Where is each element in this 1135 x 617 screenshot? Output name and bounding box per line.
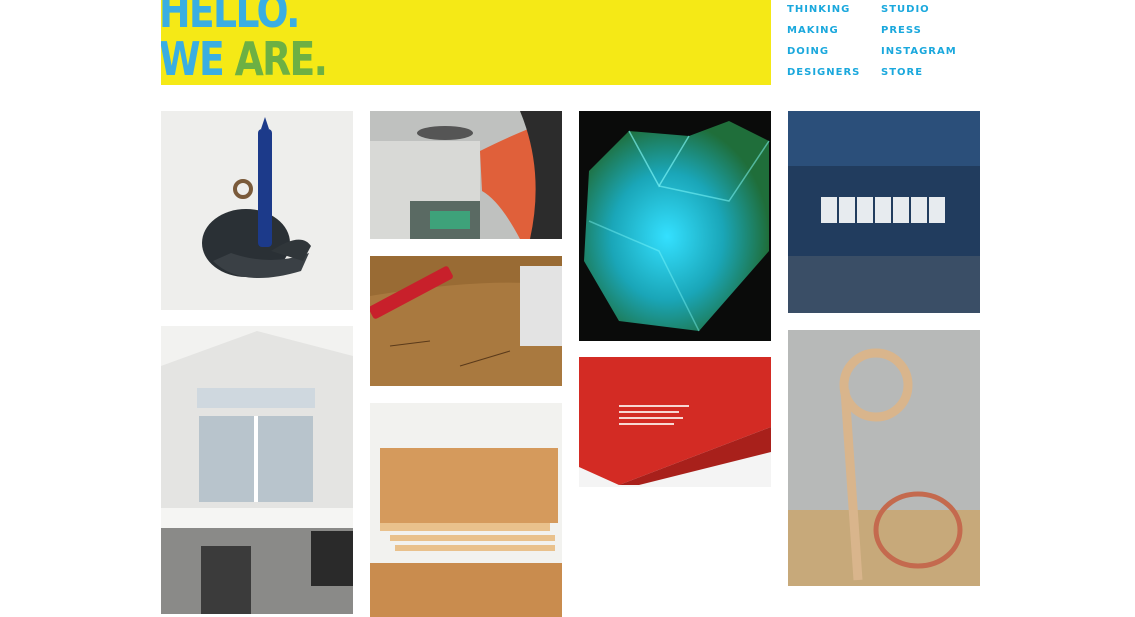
banner-we-text: WE	[161, 32, 225, 85]
nav-link-studio[interactable]: STUDIO	[881, 3, 957, 24]
nav-link-making[interactable]: MAKING	[787, 24, 860, 45]
workshop-hands-photo	[370, 111, 562, 239]
project-tile-wooden-bed[interactable]	[370, 403, 562, 617]
banner-line-1: HELLO.	[161, 0, 300, 34]
project-tile-workshop[interactable]	[370, 111, 562, 239]
project-tile-letter-blocks[interactable]	[788, 111, 980, 313]
letter-blocks-photo	[788, 111, 980, 313]
project-tile-cutting-board[interactable]	[370, 256, 562, 386]
nav-link-instagram[interactable]: INSTAGRAM	[881, 45, 957, 66]
nav-link-store[interactable]: STORE	[881, 66, 957, 87]
banner-line-2: WE ARE.	[161, 36, 328, 82]
banner-are-text: ARE.	[234, 32, 328, 85]
project-tile-interior-room[interactable]	[161, 326, 353, 614]
nav-link-press[interactable]: PRESS	[881, 24, 957, 45]
nav-link-designers[interactable]: DESIGNERS	[787, 66, 860, 87]
cutting-board-photo	[370, 256, 562, 386]
project-tile-red-box[interactable]	[579, 357, 771, 487]
nav-link-doing[interactable]: DOING	[787, 45, 860, 66]
red-box-photo	[579, 357, 771, 487]
interior-room-photo	[161, 326, 353, 614]
candle-holder-photo	[161, 111, 353, 310]
project-tile-bent-wood[interactable]	[788, 330, 980, 586]
nav-link-thinking[interactable]: THINKING	[787, 3, 860, 24]
nav-column-1: THINKING MAKING DOING DESIGNERS	[787, 3, 860, 87]
glowing-lamp-photo	[579, 111, 771, 341]
hello-banner: HELLO. WE ARE.	[161, 0, 771, 85]
wooden-bed-photo	[370, 403, 562, 617]
nav-column-2: STUDIO PRESS INSTAGRAM STORE	[881, 3, 957, 87]
project-tile-candle-holder[interactable]	[161, 111, 353, 310]
project-tile-glowing-lamp[interactable]	[579, 111, 771, 341]
bent-wood-photo	[788, 330, 980, 586]
